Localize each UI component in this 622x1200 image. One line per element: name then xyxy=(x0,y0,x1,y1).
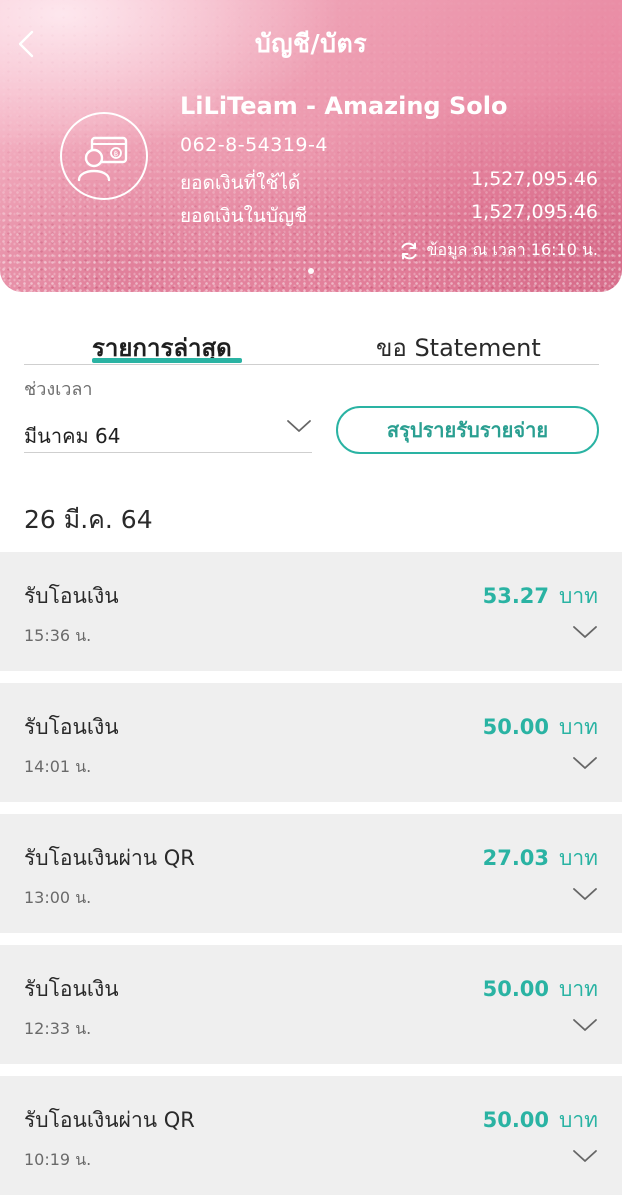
amount-unit: บาท xyxy=(559,584,598,608)
transaction-title: รับโอนเงิน xyxy=(24,977,119,1001)
amount-unit: บาท xyxy=(559,715,598,739)
chevron-down-icon[interactable] xyxy=(572,624,598,640)
available-balance-label: ยอดเงินที่ใช้ได้ xyxy=(180,172,301,194)
amount-value: 50.00 xyxy=(482,715,550,739)
amount-value: 50.00 xyxy=(482,977,550,1001)
account-balance-label: ยอดเงินในบัญชี xyxy=(180,205,308,227)
transaction-list: รับโอนเงิน 53.27 บาท 15:36 น. รับโอนเงิน … xyxy=(0,552,622,1200)
available-balance-value: 1,527,095.46 xyxy=(471,168,598,190)
amount-unit: บาท xyxy=(559,1108,598,1132)
chevron-down-icon xyxy=(287,420,311,432)
period-label: ช่วงเวลา xyxy=(24,379,93,400)
account-card-user-icon: ฿ xyxy=(77,136,128,182)
account-name: LiLiTeam - Amazing Solo xyxy=(180,92,508,120)
account-page: บัญชี/บัตร ฿ LiLiTeam - Amazing Solo 062… xyxy=(0,0,622,1200)
period-selected-value: มีนาคม 64 xyxy=(24,424,121,448)
period-dropdown[interactable]: มีนาคม 64 xyxy=(24,406,312,453)
transaction-time: 15:36 น. xyxy=(24,626,92,645)
transaction-amount: 50.00 บาท xyxy=(483,973,598,1006)
transaction-title: รับโอนเงินผ่าน QR xyxy=(24,846,195,870)
refresh-icon xyxy=(401,242,417,259)
amount-unit: บาท xyxy=(559,977,598,1001)
date-heading: 26 มี.ค. 64 xyxy=(24,505,153,534)
transaction-item[interactable]: รับโอนเงิน 53.27 บาท 15:36 น. xyxy=(0,552,622,671)
page-title: บัญชี/บัตร xyxy=(254,29,368,58)
chevron-down-icon[interactable] xyxy=(572,1017,598,1033)
transaction-item[interactable]: รับโอนเงิน 50.00 บาท 14:01 น. xyxy=(0,683,622,802)
available-balance-row: ยอดเงินที่ใช้ได้ 1,527,095.46 xyxy=(180,168,598,198)
updated-time-text: ข้อมูล ณ เวลา 16:10 น. xyxy=(426,240,598,259)
carousel-indicator xyxy=(0,268,622,274)
transaction-time: 14:01 น. xyxy=(24,757,92,776)
refresh-status[interactable]: ข้อมูล ณ เวลา 16:10 น. xyxy=(399,238,598,263)
account-balance-row: ยอดเงินในบัญชี 1,527,095.46 xyxy=(180,201,598,231)
account-header-card: บัญชี/บัตร ฿ LiLiTeam - Amazing Solo 062… xyxy=(0,0,622,292)
transaction-title: รับโอนเงินผ่าน QR xyxy=(24,1108,195,1132)
transaction-item[interactable]: รับโอนเงิน 50.00 บาท 12:33 น. xyxy=(0,945,622,1064)
active-tab-indicator xyxy=(92,358,242,363)
transaction-amount: 53.27 บาท xyxy=(483,580,598,613)
transaction-time: 13:00 น. xyxy=(24,888,92,907)
account-number: 062-8-54319-4 xyxy=(180,134,328,156)
amount-value: 53.27 xyxy=(482,584,550,608)
account-avatar: ฿ xyxy=(60,112,148,200)
transaction-item[interactable]: รับโอนเงินผ่าน QR 27.03 บาท 13:00 น. xyxy=(0,814,622,933)
chevron-down-icon[interactable] xyxy=(572,886,598,902)
transaction-amount: 50.00 บาท xyxy=(483,1104,598,1137)
transaction-time: 10:19 น. xyxy=(24,1150,92,1169)
income-expense-summary-button[interactable]: สรุปรายรับรายจ่าย xyxy=(336,406,599,454)
account-balance-value: 1,527,095.46 xyxy=(471,201,598,223)
amount-value: 50.00 xyxy=(482,1108,550,1132)
amount-unit: บาท xyxy=(559,846,598,870)
tab-bar: รายการล่าสุด ขอ Statement xyxy=(24,322,599,365)
transaction-title: รับโอนเงิน xyxy=(24,715,119,739)
svg-text:฿: ฿ xyxy=(114,150,118,158)
amount-value: 27.03 xyxy=(482,846,550,870)
tab-request-statement[interactable]: ขอ Statement xyxy=(376,328,541,367)
chevron-down-icon[interactable] xyxy=(572,1148,598,1164)
chevron-down-icon[interactable] xyxy=(572,755,598,771)
carousel-dot xyxy=(308,268,314,274)
transaction-amount: 50.00 บาท xyxy=(483,711,598,744)
transaction-amount: 27.03 บาท xyxy=(483,842,598,875)
transaction-time: 12:33 น. xyxy=(24,1019,92,1038)
transaction-item[interactable]: รับโอนเงินผ่าน QR 50.00 บาท 10:19 น. xyxy=(0,1076,622,1195)
transaction-title: รับโอนเงิน xyxy=(24,584,119,608)
